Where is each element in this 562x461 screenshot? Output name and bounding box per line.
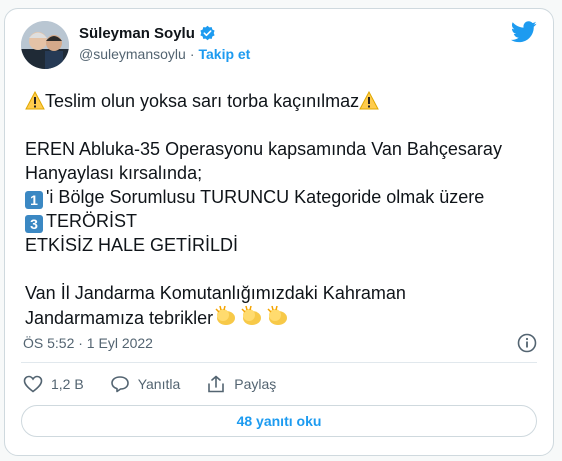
tweet-line-1: Teslim olun yoksa sarı torba kaçınılmaz <box>45 91 360 111</box>
tweet-text: Teslim olun yoksa sarı torba kaçınılmaz … <box>25 89 537 330</box>
tweet-actions: 1,2 B Yanıtla Paylaş <box>23 375 276 393</box>
author-name-row: Süleyman Soylu <box>79 25 250 42</box>
verified-badge-icon <box>200 25 215 41</box>
handle-row: @suleymansoylu · Takip et <box>79 46 250 62</box>
tweet-line-8: Jandarmamıza tebrikler <box>25 308 214 328</box>
like-count: 1,2 B <box>51 376 84 392</box>
tweet-line-2: EREN Abluka-35 Operasyonu kapsamında Van… <box>25 139 502 159</box>
share-icon <box>208 375 225 393</box>
divider <box>21 362 537 363</box>
tweet-line-7: Van İl Jandarma Komutanlığımızdaki Kahra… <box>25 283 406 303</box>
tweet-line: Teslim olun yoksa sarı torba kaçınılmaz <box>25 89 537 113</box>
keycap-three-icon: 3 <box>25 215 43 233</box>
tweet-line-4: 'i Bölge Sorumlusu TURUNCU Kategoride ol… <box>46 187 485 207</box>
share-button[interactable]: Paylaş <box>206 375 276 393</box>
author-name[interactable]: Süleyman Soylu <box>79 25 195 42</box>
info-icon[interactable] <box>517 333 537 353</box>
clapping-hands-icon <box>241 305 262 325</box>
author-handle[interactable]: @suleymansoylu <box>79 46 186 62</box>
warning-icon <box>359 91 379 110</box>
author-info: Süleyman Soylu @suleymansoylu · Takip et <box>79 25 250 62</box>
tweet-line-3: Hanyaylası kırsalında; <box>25 163 203 183</box>
tweet-line-5: TERÖRİST <box>46 211 138 231</box>
tweet-line: Jandarmamıza tebrikler <box>25 305 537 330</box>
handle-separator: · <box>189 46 195 62</box>
twitter-logo-icon[interactable] <box>511 21 537 43</box>
clapping-hands-icon <box>215 305 236 325</box>
tweet-header: Süleyman Soylu @suleymansoylu · Takip et <box>21 19 537 69</box>
share-label: Paylaş <box>234 376 277 392</box>
heart-icon <box>23 375 43 393</box>
follow-button[interactable]: Takip et <box>198 46 250 62</box>
keycap-one-icon: 1 <box>25 191 43 209</box>
read-replies-button[interactable]: 48 yanıtı oku <box>21 405 537 437</box>
tweet-card: Süleyman Soylu @suleymansoylu · Takip et… <box>4 8 554 456</box>
reply-button[interactable]: Yanıtla <box>110 375 181 393</box>
clapping-hands-icon <box>267 305 288 325</box>
reply-label: Yanıtla <box>137 376 181 392</box>
like-button[interactable]: 1,2 B <box>23 375 84 393</box>
avatar[interactable] <box>21 21 69 69</box>
warning-icon <box>25 91 45 110</box>
reply-icon <box>110 376 129 393</box>
tweet-line-6: ETKİSİZ HALE GETİRİLDİ <box>25 235 239 255</box>
tweet-line: 3 TERÖRİST <box>25 209 537 233</box>
tweet-line: 1'i Bölge Sorumlusu TURUNCU Kategoride o… <box>25 185 537 209</box>
tweet-timestamp[interactable]: ÖS 5:52 · 1 Eyl 2022 <box>23 335 153 351</box>
